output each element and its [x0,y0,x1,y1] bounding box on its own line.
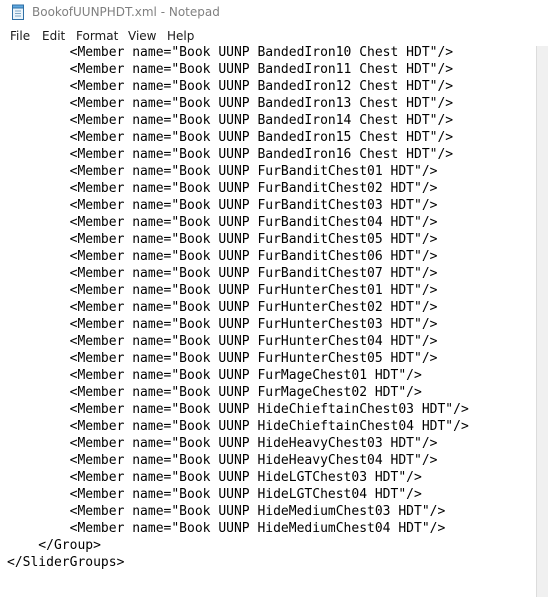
window-title: BookofUUNPHDT.xml - Notepad [32,5,220,19]
editor-line: <Member name="Book UUNP FurBanditChest03… [7,198,438,213]
menu-bar: File Edit Format View Help [0,26,548,46]
text-editor[interactable]: <Member name="Book UUNP BandedIron10 Che… [0,46,536,597]
editor-line: <Member name="Book UUNP FurMageChest01 H… [7,368,422,383]
editor-line: <Member name="Book UUNP HideChieftainChe… [7,402,469,417]
editor-line: <Member name="Book UUNP HideHeavyChest03… [7,436,438,451]
editor-line: <Member name="Book UUNP FurHunterChest02… [7,300,438,315]
editor-line: <Member name="Book UUNP FurHunterChest01… [7,283,438,298]
menu-format[interactable]: Format [76,29,118,43]
title-bar: BookofUUNPHDT.xml - Notepad [0,0,548,25]
menu-help[interactable]: Help [167,29,194,43]
editor-line: <Member name="Book UUNP FurBanditChest01… [7,164,438,179]
editor-line: <Member name="Book UUNP BandedIron13 Che… [7,96,454,111]
editor-line: <Member name="Book UUNP BandedIron15 Che… [7,130,454,145]
editor-line: <Member name="Book UUNP HideMediumChest0… [7,521,446,536]
editor-line: <Member name="Book UUNP FurBanditChest05… [7,232,438,247]
editor-line: <Member name="Book UUNP BandedIron10 Che… [7,46,454,60]
editor-line: <Member name="Book UUNP HideLGTChest03 H… [7,470,422,485]
editor-line: <Member name="Book UUNP BandedIron11 Che… [7,62,454,77]
editor-line: <Member name="Book UUNP BandedIron14 Che… [7,113,454,128]
editor-line: <Member name="Book UUNP FurBanditChest02… [7,181,438,196]
editor-line: <Member name="Book UUNP HideMediumChest0… [7,504,446,519]
editor-line: <Member name="Book UUNP FurMageChest02 H… [7,385,422,400]
editor-line: </Group> [7,538,101,553]
vertical-scrollbar[interactable] [536,46,548,597]
editor-line: <Member name="Book UUNP FurBanditChest06… [7,249,438,264]
editor-line: <Member name="Book UUNP BandedIron16 Che… [7,147,454,162]
menu-view[interactable]: View [128,29,156,43]
editor-line: <Member name="Book UUNP BandedIron12 Che… [7,79,454,94]
editor-line: <Member name="Book UUNP HideChieftainChe… [7,419,469,434]
editor-text[interactable]: <Member name="Book UUNP BandedIron10 Che… [7,46,469,571]
editor-line: <Member name="Book UUNP FurHunterChest03… [7,317,438,332]
editor-line: </SliderGroups> [7,555,125,570]
menu-file[interactable]: File [10,29,30,43]
menu-edit[interactable]: Edit [42,29,65,43]
editor-line: <Member name="Book UUNP HideHeavyChest04… [7,453,438,468]
editor-line: <Member name="Book UUNP FurBanditChest07… [7,266,438,281]
editor-line: <Member name="Book UUNP HideLGTChest04 H… [7,487,422,502]
notepad-icon [12,4,24,20]
editor-line: <Member name="Book UUNP FurHunterChest04… [7,334,438,349]
editor-line: <Member name="Book UUNP FurBanditChest04… [7,215,438,230]
editor-line: <Member name="Book UUNP FurHunterChest05… [7,351,438,366]
